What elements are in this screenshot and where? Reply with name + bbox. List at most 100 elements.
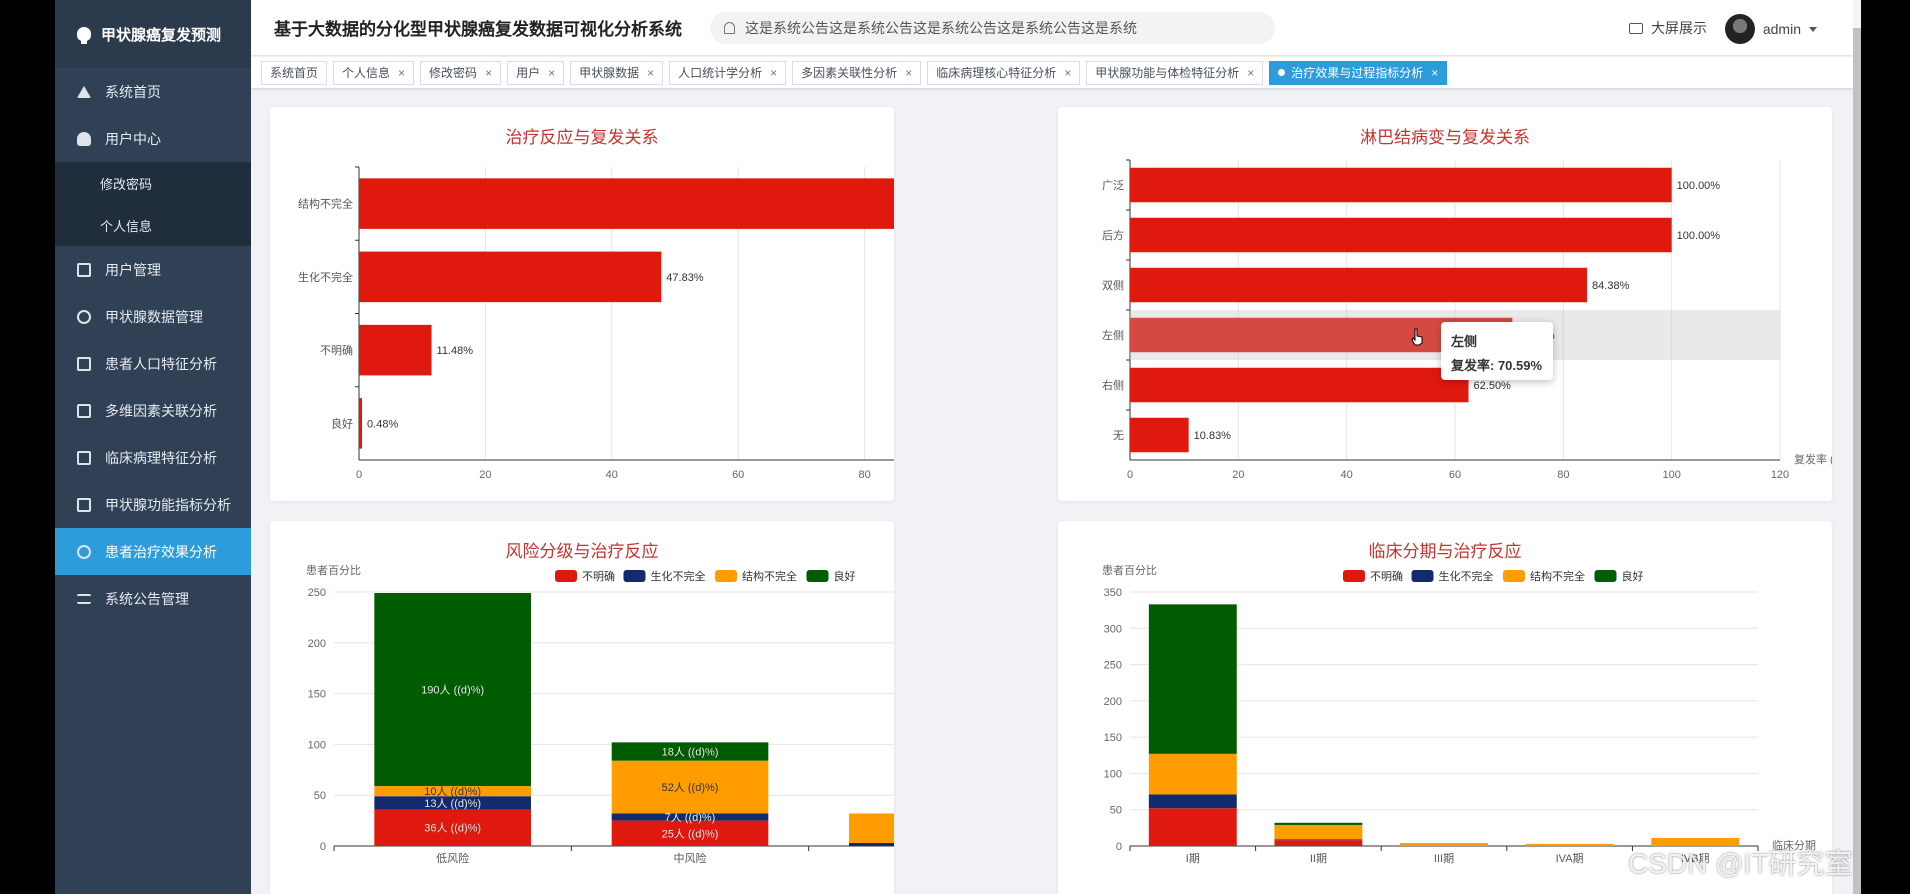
bar-segment: [1274, 839, 1363, 841]
sidebar-item-treatment-effect[interactable]: 患者治疗效果分析: [55, 528, 251, 575]
sidebar-item-profile[interactable]: 个人信息: [55, 204, 251, 246]
chart-panel-clinical-stage: 临床分期与治疗反应 0 50 100 150 200 250 300 350 患者百分比 临床分期…: [1058, 521, 1832, 894]
close-icon[interactable]: ×: [647, 66, 654, 80]
y-tick-label: 150: [308, 689, 326, 701]
clipboard-icon: [77, 403, 91, 418]
sidebar-item-thyroid-data[interactable]: 甲状腺数据管理: [55, 293, 251, 340]
data-label: 100.00%: [1677, 230, 1721, 242]
tab-8[interactable]: 甲状腺功能与体检特征分析 ×: [1086, 60, 1264, 85]
chart-risk-level: 0 50 100 150 200 250 患者百分比 不明确 生化不完全 结构不完全 良好低风险 36…: [306, 564, 1047, 865]
sidebar-item-label: 系统公告管理: [105, 590, 189, 607]
sidebar-item-pathology[interactable]: 临床病理特征分析: [55, 434, 251, 481]
bar-segment: [1148, 794, 1237, 809]
x-tick-label: 40: [606, 469, 618, 481]
mail-icon: [77, 356, 91, 371]
screen-icon: [1629, 22, 1643, 34]
legend-label: 不明确: [582, 570, 615, 583]
data-label: 18人 ((d)%): [662, 746, 719, 759]
tab-6[interactable]: 多因素关联性分析 ×: [792, 60, 922, 85]
user-dropdown[interactable]: admin: [1724, 14, 1817, 44]
bar-segment: [849, 813, 1006, 843]
watermark: CSDN @IT研究室: [1628, 848, 1853, 879]
x-tick-label: 中风险: [674, 851, 707, 865]
x-tick-label: 20: [1232, 469, 1244, 481]
page-title: 基于大数据的分化型甲状腺癌复发数据可视化分析系统: [274, 20, 682, 39]
tab-3[interactable]: 用户 ×: [507, 60, 565, 85]
tab-1[interactable]: 个人信息 ×: [333, 60, 415, 85]
announcement-bar[interactable]: 这是系统公告这是系统公告这是系统公告这是系统公告这是系统: [710, 11, 1275, 44]
close-icon[interactable]: ×: [1064, 66, 1071, 80]
y-tick-label: 250: [1104, 660, 1122, 672]
sidebar-item-user-management[interactable]: 用户管理: [55, 246, 251, 293]
x-tick-label: 20: [479, 469, 491, 481]
tab-4[interactable]: 甲状腺数据 ×: [570, 60, 664, 85]
y-tick-label: 200: [308, 638, 326, 650]
legend-swatch: [715, 570, 737, 582]
sidebar-item-user-center[interactable]: 用户中心: [55, 115, 251, 162]
sidebar-item-label: 多维因素关联分析: [105, 402, 217, 419]
bigscreen-label: 大屏展示: [1651, 20, 1707, 36]
scrollbar-thumb[interactable]: [1853, 28, 1861, 894]
data-label: 52人 ((d)%): [662, 781, 719, 794]
close-icon[interactable]: ×: [398, 66, 405, 80]
close-icon[interactable]: ×: [548, 66, 555, 80]
y-tick-label: 良好: [331, 416, 353, 430]
data-label: 47.83%: [666, 272, 704, 284]
x-tick-label: 60: [1449, 469, 1461, 481]
data-label: 0.48%: [367, 418, 398, 430]
close-icon[interactable]: ×: [1431, 66, 1438, 80]
tab-0[interactable]: 系统首页: [261, 60, 328, 85]
close-icon[interactable]: ×: [485, 66, 492, 80]
legend-swatch: [623, 570, 646, 582]
close-icon[interactable]: ×: [770, 66, 777, 80]
sidebar-item-multifactor[interactable]: 多维因素关联分析: [55, 387, 251, 434]
data-label: 10人 ((d)%): [424, 785, 481, 798]
y-tick-label: 50: [314, 790, 326, 802]
x-tick-label: III期: [1434, 852, 1454, 865]
tab-7[interactable]: 临床病理核心特征分析 ×: [927, 60, 1081, 85]
sidebar-item-change-password[interactable]: 修改密码: [55, 162, 251, 204]
bar-segment: [1148, 753, 1237, 795]
sidebar-item-demographics[interactable]: 患者人口特征分析: [55, 340, 251, 387]
phone-icon: [77, 450, 91, 465]
y-tick-label: 左侧: [1102, 329, 1124, 342]
legend-label: 良好: [834, 569, 856, 583]
x-tick-label: I期: [1186, 852, 1200, 865]
close-icon[interactable]: ×: [905, 66, 912, 80]
app-window: 甲状腺癌复发预测 系统首页 用户中心 修改密码 个人信息 用户管理 甲状腺数据管…: [55, 0, 1853, 894]
x-tick-label: 80: [1557, 469, 1569, 481]
data-label: 100.00%: [1677, 180, 1721, 192]
legend-swatch: [1503, 570, 1525, 582]
x-tick-label: 80: [858, 469, 870, 481]
y-axis-label: 患者百分比: [306, 564, 361, 577]
x-tick-label: 40: [1341, 469, 1353, 481]
username: admin: [1762, 21, 1801, 37]
tab-5[interactable]: 人口统计学分析 ×: [669, 60, 787, 85]
chart-panel-risk-level: 风险分级与治疗反应 0 50 100 150 200 250 患者百分比 不明确 生化不完全 结构…: [270, 521, 1047, 894]
sidebar: 甲状腺癌复发预测 系统首页 用户中心 修改密码 个人信息 用户管理 甲状腺数据管…: [55, 0, 251, 894]
y-tick-label: 300: [1104, 623, 1122, 635]
scrollbar[interactable]: [1853, 0, 1861, 894]
close-icon[interactable]: ×: [1247, 66, 1254, 80]
x-tick-label: IVA期: [1556, 852, 1584, 865]
sidebar-item-thyroid-function[interactable]: 甲状腺功能指标分析: [55, 481, 251, 528]
bar: [359, 251, 662, 303]
tab-label: 用户: [516, 66, 541, 80]
chart-panel-treatment-response: 治疗反应与复发关系 020406080100复发率 (%)结构不完全97.80%…: [270, 107, 1023, 501]
bar: [1130, 267, 1588, 303]
chart-clinical-stage: 050100150200250300350患者百分比临床分期不明确 生化不完全 结构…: [1102, 564, 1816, 865]
bigscreen-button[interactable]: 大屏展示: [1629, 18, 1707, 38]
tab-label: 甲状腺功能与体检特征分析: [1095, 66, 1240, 80]
tab-2[interactable]: 修改密码 ×: [420, 60, 502, 85]
caret-down-icon: [1809, 26, 1817, 32]
tab-label: 个人信息: [342, 66, 391, 80]
hand-cursor-icon: [1411, 328, 1423, 346]
chart-treatment-response: 020406080100复发率 (%)结构不完全97.80%生化不完全47.83…: [298, 166, 1023, 481]
sidebar-item-home[interactable]: 系统首页: [55, 68, 251, 115]
avatar: [1724, 14, 1755, 44]
logo-text: 甲状腺癌复发预测: [101, 26, 222, 44]
tab-label: 人口统计学分析: [678, 66, 763, 80]
tags-view: 系统首页 个人信息 × 修改密码 × 用户 × 甲状腺数据 × 人口统计学分析 × 多因素关联性分析 ×…: [251, 57, 1853, 89]
sidebar-item-announcements[interactable]: 系统公告管理: [55, 575, 251, 622]
tab-9[interactable]: 治疗效果与过程指标分析 ×: [1269, 60, 1448, 85]
